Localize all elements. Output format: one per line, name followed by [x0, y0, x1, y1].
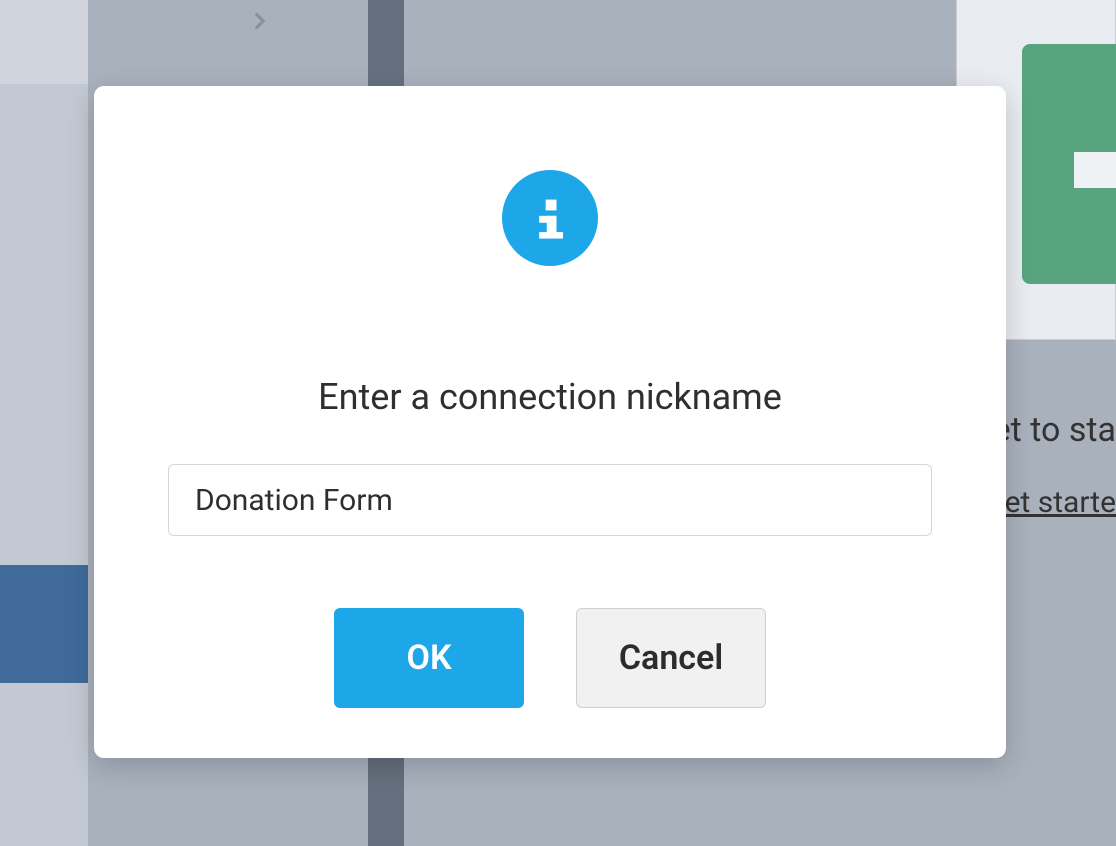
- background-text-fragment: et to sta: [993, 410, 1116, 450]
- chevron-right-icon: [247, 8, 273, 38]
- dialog-button-row: OK Cancel: [334, 608, 766, 708]
- background-left-column: [0, 0, 88, 846]
- cancel-button[interactable]: Cancel: [576, 608, 766, 708]
- dialog-title: Enter a connection nickname: [318, 376, 782, 418]
- info-icon: [502, 170, 598, 266]
- background-link-fragment: et starte: [1005, 485, 1116, 520]
- nickname-input[interactable]: [168, 464, 932, 536]
- sheets-icon: [1022, 44, 1116, 284]
- dialog-body: Enter a connection nickname OK Cancel: [94, 86, 1006, 758]
- ok-button[interactable]: OK: [334, 608, 524, 708]
- connection-nickname-dialog: Enter a connection nickname OK Cancel: [94, 86, 1006, 758]
